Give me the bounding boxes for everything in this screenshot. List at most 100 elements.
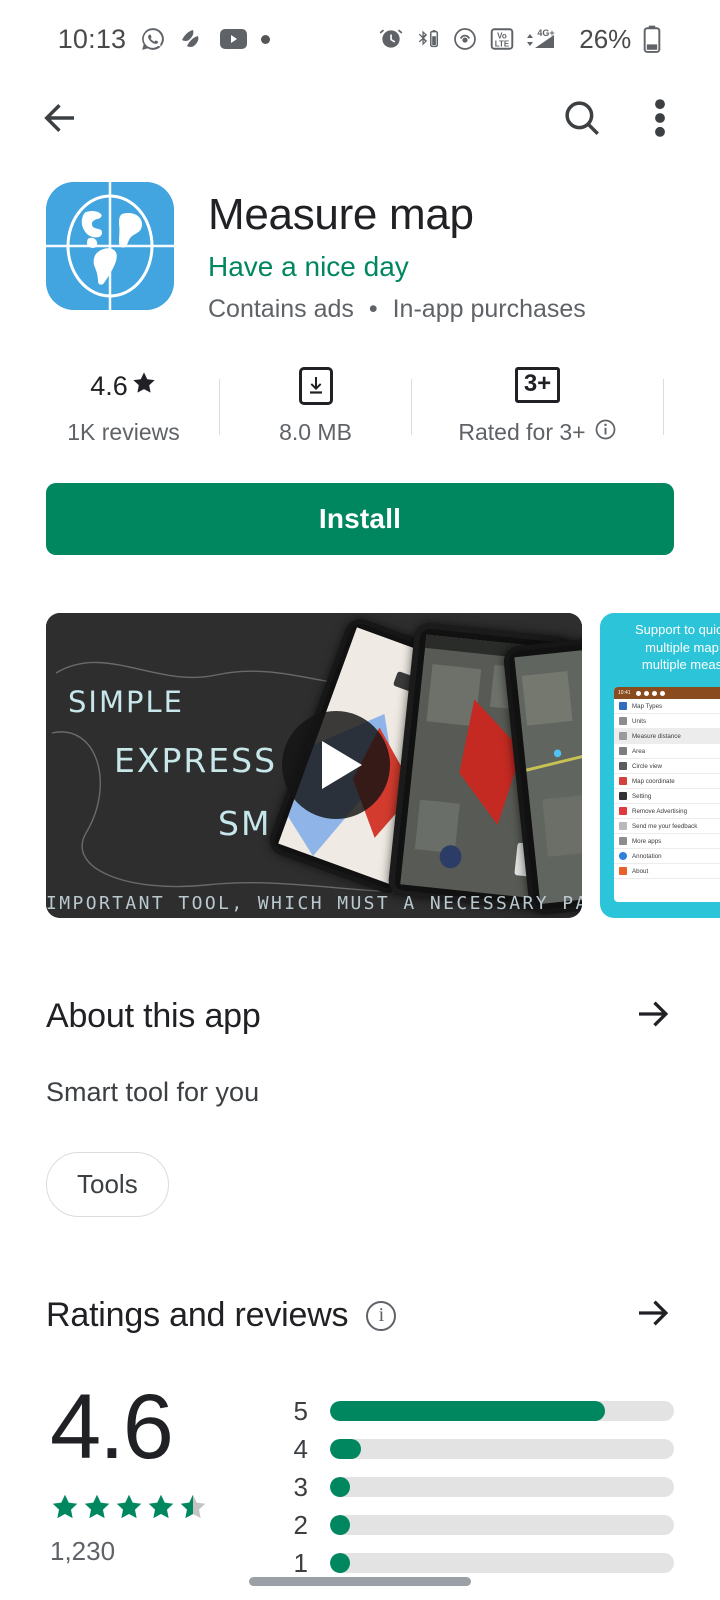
status-time: 10:13 — [57, 23, 127, 54]
promo-video-thumbnail[interactable]: SIMPLE EXPRESS SMART — [46, 613, 582, 919]
screenshot-menu-item: About — [614, 864, 720, 880]
status-bar-left: 10:13 — [58, 24, 271, 55]
stat-rating[interactable]: 4.6 1K reviews — [46, 366, 201, 447]
histogram-label: 2 — [293, 1509, 308, 1540]
rating-value-row: 4.6 — [90, 367, 157, 405]
video-word-1: SIMPLE — [68, 685, 184, 720]
status-bar-right: Vo LTE 4G+ 26% — [378, 24, 662, 55]
back-button[interactable] — [30, 90, 90, 150]
app-badges: Contains ads • In-app purchases — [208, 295, 586, 324]
star-icon — [84, 1495, 110, 1519]
install-button[interactable]: Install — [46, 483, 674, 556]
histogram-row-2: 2 — [290, 1506, 674, 1544]
star-icon — [131, 370, 157, 403]
ratings-count: 1,230 — [50, 1536, 116, 1567]
more-apps-icon — [619, 837, 627, 846]
histogram-track — [330, 1439, 674, 1460]
menu-item-label: Units — [632, 717, 647, 725]
hotspot-icon — [452, 26, 478, 52]
rating-value: 4.6 — [90, 370, 128, 401]
stat-size: 8.0 MB — [238, 366, 393, 447]
screenshot-menu-item: Send me your feedback — [614, 819, 720, 835]
app-meta: Measure map Have a nice day Contains ads… — [208, 182, 586, 324]
stat-divider — [219, 378, 220, 435]
histogram-fill — [330, 1401, 606, 1422]
screenshot-status-bar: 10:41 — [614, 687, 720, 700]
menu-item-label: Area — [632, 747, 646, 755]
arrow-right-icon[interactable] — [634, 994, 674, 1039]
screenshot-menu-item-selected: Measure distance — [614, 729, 720, 745]
category-chip-tools[interactable]: Tools — [46, 1152, 169, 1218]
app-header: Measure map Have a nice day Contains ads… — [0, 162, 720, 324]
search-icon — [561, 97, 603, 144]
histogram-track — [330, 1553, 674, 1574]
screenshot-status-dot — [659, 690, 665, 696]
battery-icon — [642, 25, 662, 53]
screenshot-phone-frame: 10:41 Map Types Units Measure distance A… — [614, 687, 720, 903]
menu-item-label: Circle view — [632, 762, 662, 770]
app-icon — [180, 28, 206, 50]
screenshot-status-dot — [643, 690, 649, 696]
app-icon-image — [46, 182, 174, 310]
search-button[interactable] — [552, 90, 612, 150]
histogram-row-3: 3 — [290, 1468, 674, 1506]
play-icon[interactable] — [322, 741, 362, 790]
map-types-icon — [619, 702, 627, 711]
histogram-label: 1 — [293, 1547, 308, 1578]
more-vert-icon — [643, 98, 677, 143]
contains-ads-label: Contains ads — [208, 295, 354, 324]
about-header[interactable]: About this app — [46, 994, 674, 1039]
stat-content-rating[interactable]: 3+ Rated for 3+ — [430, 366, 645, 447]
screenshot-menu-item: More apps — [614, 834, 720, 850]
home-gesture-pill[interactable] — [249, 1577, 471, 1586]
overflow-menu-button[interactable] — [630, 90, 690, 150]
battery-percent: 26% — [579, 23, 632, 54]
about-this-app-section: About this app Smart tool for you Tools — [0, 994, 720, 1218]
stat-divider — [411, 378, 412, 435]
screenshot-menu-item: Map Types — [614, 699, 720, 715]
badge-separator: • — [368, 295, 378, 324]
circle-view-icon — [619, 762, 627, 771]
ratings-header[interactable]: Ratings and reviews i — [46, 1293, 674, 1338]
screenshot-menu-item: Setting — [614, 789, 720, 805]
screenshot-menu-list: Map Types Units Measure distance Area Ci… — [614, 699, 720, 880]
info-icon[interactable] — [594, 418, 617, 447]
histogram-track — [330, 1401, 674, 1422]
info-icon[interactable]: i — [366, 1300, 397, 1331]
screenshot-status-time: 10:41 — [618, 690, 631, 697]
volte-icon: Vo LTE — [489, 26, 515, 52]
reviews-count: 1K reviews — [67, 419, 180, 446]
video-caption: IMPORTANT TOOL, WHICH MUST A NECESSARY P… — [46, 893, 582, 915]
histogram-label: 4 — [293, 1433, 308, 1464]
app-developer-link[interactable]: Have a nice day — [208, 251, 586, 283]
measure-distance-icon — [619, 732, 627, 741]
star-icon — [148, 1495, 174, 1519]
about-heading: About this app — [46, 997, 261, 1036]
app-stats-row[interactable]: 4.6 1K reviews 8.0 MB 3+ Rated for 3+ 1 — [0, 366, 720, 447]
star-icon — [116, 1495, 142, 1519]
ratings-heading: Ratings and reviews — [46, 1296, 349, 1335]
app-screenshot-1[interactable]: Support to quick multiple map multiple m… — [600, 613, 720, 919]
age-rating-box: 3+ — [514, 367, 561, 404]
menu-item-label: Measure distance — [632, 732, 681, 740]
app-title: Measure map — [208, 190, 474, 239]
setting-icon — [619, 792, 627, 801]
screenshot-title-line-1: Support to quick — [635, 622, 720, 638]
histogram-label: 3 — [293, 1471, 308, 1502]
screenshot-menu-item: Annotation — [614, 849, 720, 865]
screenshot-menu-item: Area — [614, 744, 720, 760]
arrow-right-icon[interactable] — [634, 1293, 674, 1338]
screenshot-status-dot — [635, 690, 641, 696]
ratings-body: 4.6 1,230 5 4 3 2 1 — [46, 1381, 674, 1582]
age-rating-row: 3+ — [514, 366, 561, 404]
svg-text:LTE: LTE — [495, 40, 510, 49]
menu-item-label: Map Types — [632, 702, 663, 710]
histogram-track — [330, 1515, 674, 1536]
media-carousel[interactable]: SIMPLE EXPRESS SMART — [0, 613, 720, 919]
histogram-row-4: 4 — [290, 1430, 674, 1468]
menu-item-label: Map coordinate — [632, 777, 675, 785]
menu-item-label: Annotation — [632, 852, 662, 860]
menu-item-label: Setting — [632, 792, 652, 800]
star-half-icon — [180, 1495, 206, 1519]
histogram-label: 5 — [293, 1395, 308, 1426]
